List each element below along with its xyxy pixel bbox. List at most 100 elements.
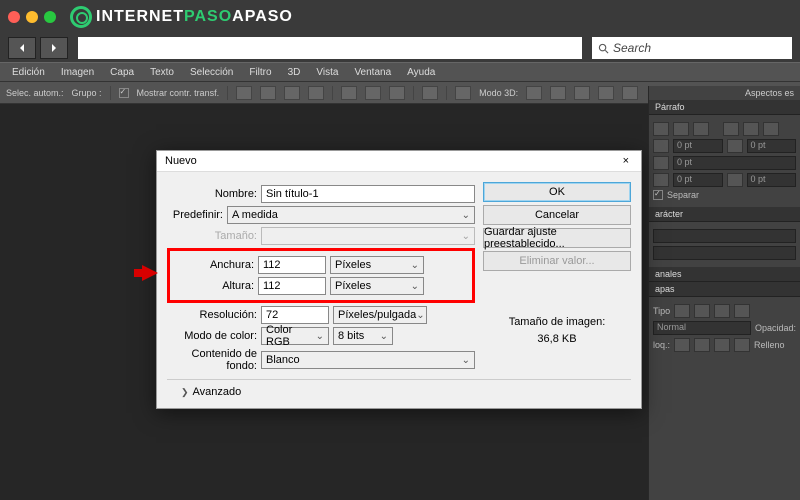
filter-icon[interactable] [714,304,730,318]
lock-icon[interactable] [734,338,750,352]
distribute-icon[interactable] [365,86,381,100]
blend-mode-select[interactable]: Normal [653,321,751,335]
layers-panel-tab[interactable]: apas [649,282,800,297]
menu-texto[interactable]: Texto [142,67,182,78]
background-select[interactable]: Blanco [261,351,475,369]
resolution-input[interactable] [261,306,329,324]
space-after-input[interactable]: 0 pt [747,173,797,187]
ok-button[interactable]: OK [483,182,631,202]
lock-label: loq.: [653,340,670,350]
search-input[interactable]: Search [592,37,792,59]
width-input[interactable] [258,256,326,274]
space-before-input[interactable]: 0 pt [673,173,723,187]
highlight-annotation: Anchura: Píxeles Altura: Píxeles [167,248,475,303]
distribute-icon[interactable] [389,86,405,100]
lock-icon[interactable] [694,338,710,352]
close-icon[interactable]: × [619,155,633,167]
indent-right-input[interactable]: 0 pt [747,139,797,153]
paragraph-panel-tab[interactable]: Párrafo [649,100,800,115]
width-unit-select[interactable]: Píxeles [330,256,424,274]
forward-button[interactable] [40,37,68,59]
filter-icon[interactable] [674,304,690,318]
hyphenate-checkbox[interactable] [653,190,663,200]
save-preset-button[interactable]: Guardar ajuste preestablecido... [483,228,631,248]
align-icon[interactable] [284,86,300,100]
back-button[interactable] [8,37,36,59]
lock-icon[interactable] [714,338,730,352]
red-arrow-icon [142,265,158,281]
search-placeholder: Search [613,41,651,55]
preset-select[interactable]: A medida [227,206,475,224]
space-icon [727,173,743,187]
new-document-dialog: Nuevo × Nombre: Predefinir: A medida Tam… [156,150,642,409]
resolution-label: Resolución: [167,309,257,321]
menu-edicion[interactable]: Edición [4,67,53,78]
align-icon[interactable] [422,86,438,100]
app-menubar: Edición Imagen Capa Texto Selección Filt… [0,62,800,82]
name-input[interactable] [261,185,475,203]
maximize-window-icon[interactable] [44,11,56,23]
filter-icon[interactable] [694,304,710,318]
mode-3d-label: Modo 3D: [479,88,518,98]
align-icon[interactable] [236,86,252,100]
name-label: Nombre: [167,188,257,200]
minimize-window-icon[interactable] [26,11,38,23]
menu-imagen[interactable]: Imagen [53,67,102,78]
height-input[interactable] [258,277,326,295]
align-left-icon[interactable] [653,122,669,136]
align-center-icon[interactable] [673,122,689,136]
3d-tool-icon[interactable] [550,86,566,100]
3d-icon[interactable] [455,86,471,100]
align-icon[interactable] [308,86,324,100]
dialog-titlebar: Nuevo × [157,151,641,172]
menu-3d[interactable]: 3D [280,67,309,78]
justify-icon[interactable] [723,122,739,136]
height-label: Altura: [172,280,254,292]
justify-icon[interactable] [763,122,779,136]
logo-text: INTERNETPASOAPASO [96,8,293,26]
menu-filtro[interactable]: Filtro [241,67,279,78]
url-bar[interactable] [78,37,582,59]
close-window-icon[interactable] [8,11,20,23]
character-panel-tab[interactable]: arácter [649,207,800,222]
cancel-button[interactable]: Cancelar [483,205,631,225]
3d-tool-icon[interactable] [598,86,614,100]
indent-left-input[interactable]: 0 pt [673,139,723,153]
chevron-right-icon: ❯ [181,387,189,398]
distribute-icon[interactable] [341,86,357,100]
3d-tool-icon[interactable] [574,86,590,100]
menu-vista[interactable]: Vista [308,67,346,78]
opacity-label: Opacidad: [755,323,796,333]
3d-tool-icon[interactable] [526,86,542,100]
group-dropdown[interactable]: Grupo : [72,88,102,98]
channels-panel-tab[interactable]: anales [649,267,800,282]
menu-capa[interactable]: Capa [102,67,142,78]
image-size-info: Tamaño de imagen: 36,8 KB [483,314,631,347]
size-label: Tamaño: [167,230,257,242]
separator [332,86,333,100]
advanced-toggle[interactable]: ❯ Avanzado [157,380,641,408]
dialog-title-text: Nuevo [165,155,197,167]
filter-icon[interactable] [734,304,750,318]
resolution-unit-select[interactable]: Píxeles/pulgada [333,306,427,324]
lock-icon[interactable] [674,338,690,352]
search-icon [598,43,609,54]
auto-select-label: Selec. autom.: [6,88,64,98]
separator [227,86,228,100]
show-transform-checkbox[interactable] [119,88,129,98]
menu-seleccion[interactable]: Selección [182,67,241,78]
font-family-input[interactable] [653,229,796,243]
indent-first-input[interactable]: 0 pt [673,156,796,170]
color-mode-select[interactable]: Color RGB [261,327,329,345]
size-select [261,227,475,245]
font-style-input[interactable] [653,246,796,260]
bit-depth-select[interactable]: 8 bits [333,327,393,345]
aspects-label: Aspectos es [649,86,800,100]
align-icon[interactable] [260,86,276,100]
align-right-icon[interactable] [693,122,709,136]
height-unit-select[interactable]: Píxeles [330,277,424,295]
3d-tool-icon[interactable] [622,86,638,100]
menu-ventana[interactable]: Ventana [346,67,399,78]
justify-icon[interactable] [743,122,759,136]
menu-ayuda[interactable]: Ayuda [399,67,443,78]
